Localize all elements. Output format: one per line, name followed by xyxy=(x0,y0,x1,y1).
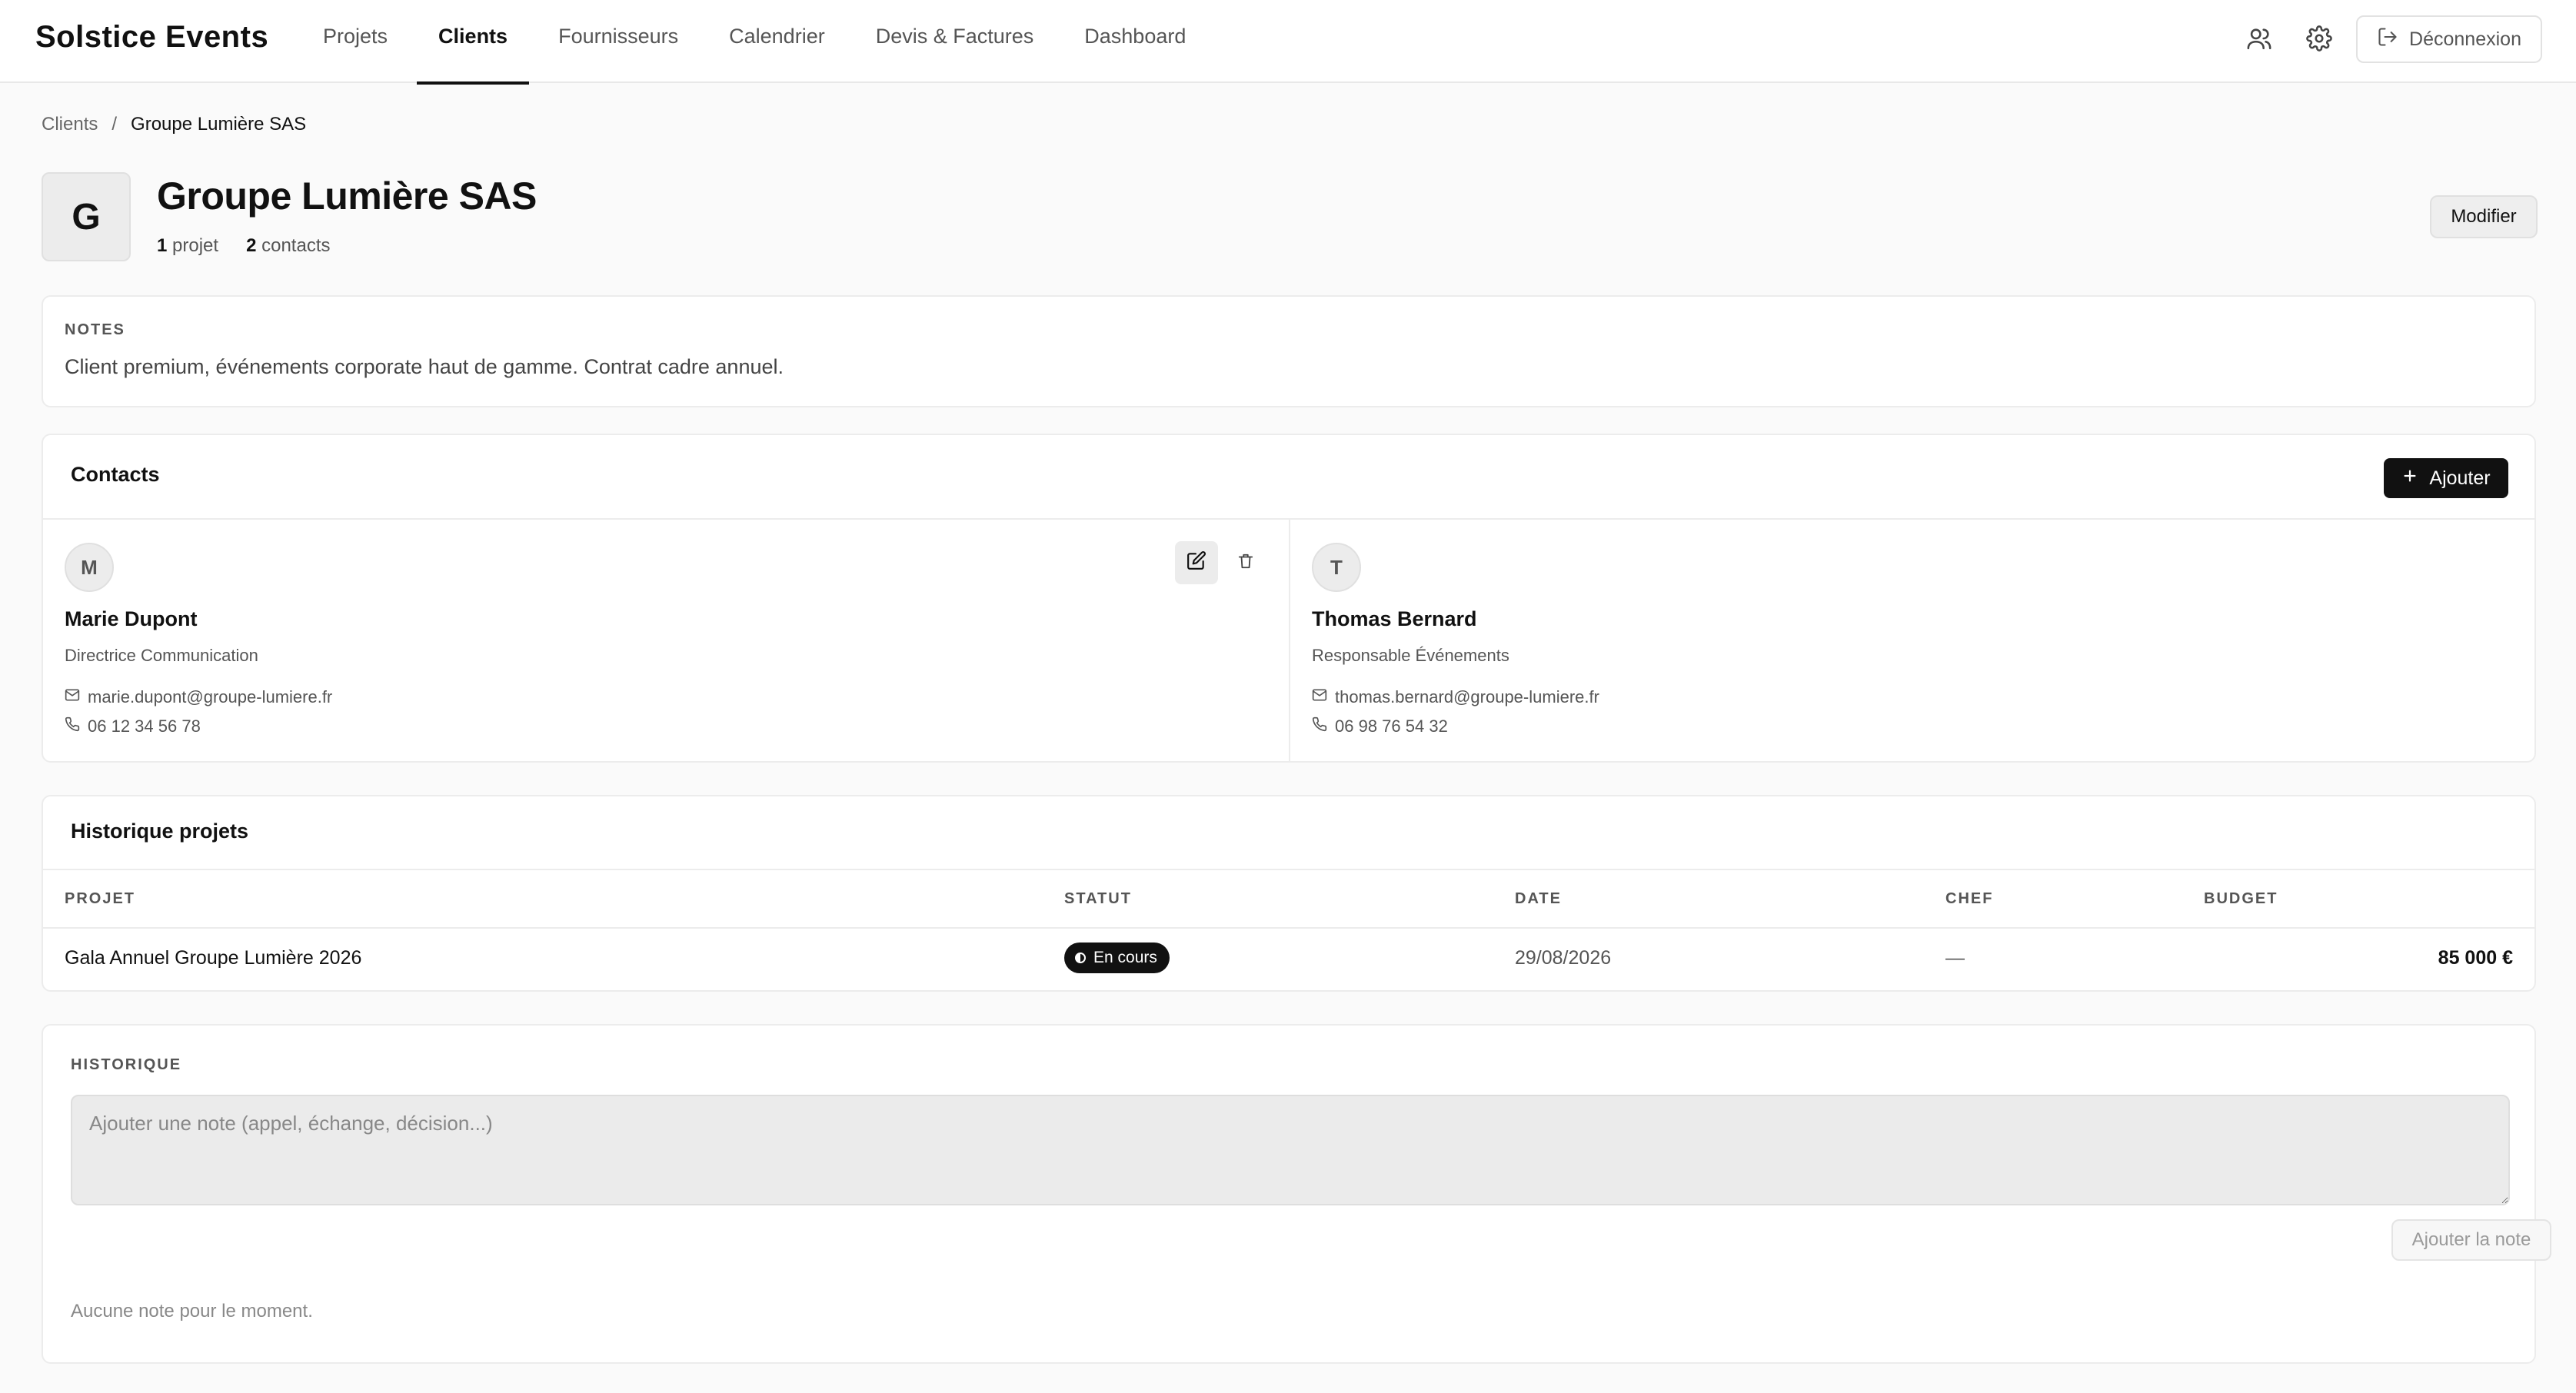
contact-phone[interactable]: 06 98 76 54 32 xyxy=(1335,716,1448,736)
contact-role: Responsable Événements xyxy=(1312,646,1509,665)
client-meta: 1 projet 2 contacts xyxy=(157,235,331,257)
contact-card: M Marie Dupont Directrice Communication … xyxy=(43,520,1289,763)
modify-button[interactable]: Modifier xyxy=(2430,195,2538,238)
add-note-button[interactable]: Ajouter la note xyxy=(2391,1219,2551,1261)
logout-button[interactable]: Déconnexion xyxy=(2356,15,2542,63)
nav-tab-devis-factures[interactable]: Devis & Factures xyxy=(854,0,1056,83)
contact-email-row: thomas.bernard@groupe-lumiere.fr xyxy=(1312,687,1599,707)
project-date: 29/08/2026 xyxy=(1515,947,1612,969)
users-icon[interactable] xyxy=(2242,22,2276,55)
nav-tab-fournisseurs[interactable]: Fournisseurs xyxy=(537,0,700,83)
contact-phone-row: 06 98 76 54 32 xyxy=(1312,716,1448,736)
projects-history-card: Historique projets PROJET STATUT DATE CH… xyxy=(42,795,2536,992)
gear-icon[interactable] xyxy=(2302,22,2336,55)
contact-email-row: marie.dupont@groupe-lumiere.fr xyxy=(65,687,332,707)
column-header-budget: BUDGET xyxy=(2204,890,2278,907)
page-title: Groupe Lumière SAS xyxy=(157,175,537,218)
breadcrumb-current: Groupe Lumière SAS xyxy=(131,114,307,135)
status-label: En cours xyxy=(1093,949,1157,966)
projects-count: 1 projet xyxy=(157,235,219,256)
contact-email[interactable]: marie.dupont@groupe-lumiere.fr xyxy=(88,687,332,707)
contact-name: Thomas Bernard xyxy=(1312,607,1477,630)
avatar: M xyxy=(65,543,114,592)
contact-email[interactable]: thomas.bernard@groupe-lumiere.fr xyxy=(1335,687,1599,707)
logout-icon xyxy=(2377,26,2398,53)
contact-phone-row: 06 12 34 56 78 xyxy=(65,716,201,736)
column-header-projet: PROJET xyxy=(65,890,136,907)
plus-icon xyxy=(2401,467,2418,490)
contact-name: Marie Dupont xyxy=(65,607,198,630)
client-avatar: G xyxy=(42,172,131,261)
history-card: HISTORIQUE Ajouter la note Aucune note p… xyxy=(42,1024,2551,1364)
add-contact-label: Ajouter xyxy=(2429,467,2491,489)
status-badge: En cours xyxy=(1064,943,1170,973)
mail-icon xyxy=(65,687,80,707)
table-header-divider xyxy=(43,927,2534,929)
column-header-date: DATE xyxy=(1515,890,1562,907)
column-header-statut: STATUT xyxy=(1064,890,1132,907)
project-name[interactable]: Gala Annuel Groupe Lumière 2026 xyxy=(65,947,361,969)
breadcrumb: Clients / Groupe Lumière SAS xyxy=(42,114,306,135)
delete-contact-button[interactable] xyxy=(1224,541,1267,584)
edit-icon xyxy=(1186,550,1206,576)
contacts-title: Contacts xyxy=(71,463,160,486)
nav-tab-projets[interactable]: Projets xyxy=(301,0,409,83)
contact-role: Directrice Communication xyxy=(65,646,258,665)
avatar: T xyxy=(1312,543,1361,592)
notes-label: NOTES xyxy=(65,321,125,338)
contacts-count: 2 contacts xyxy=(246,235,331,256)
phone-icon xyxy=(1312,716,1327,736)
trash-icon xyxy=(1237,551,1254,575)
history-label: HISTORIQUE xyxy=(71,1056,182,1073)
top-navbar: Solstice Events Projets Clients Fourniss… xyxy=(0,0,2576,85)
empty-notes-text: Aucune note pour le moment. xyxy=(71,1301,313,1322)
contacts-card: Contacts Ajouter M Marie Dupont Directri… xyxy=(42,434,2536,763)
project-chef: — xyxy=(1945,947,1965,969)
notes-card: NOTES Client premium, événements corpora… xyxy=(42,295,2536,407)
projects-history-title: Historique projets xyxy=(71,820,249,843)
add-contact-button[interactable]: Ajouter xyxy=(2384,458,2508,498)
logout-label: Déconnexion xyxy=(2409,28,2521,50)
in-progress-icon xyxy=(1075,952,1086,963)
column-header-chef: CHEF xyxy=(1945,890,1994,907)
brand-logo[interactable]: Solstice Events xyxy=(35,20,268,55)
mail-icon xyxy=(1312,687,1327,707)
main-nav: Projets Clients Fournisseurs Calendrier … xyxy=(301,0,1215,85)
nav-tab-clients[interactable]: Clients xyxy=(417,0,530,85)
nav-tab-dashboard[interactable]: Dashboard xyxy=(1063,0,1207,83)
phone-icon xyxy=(65,716,80,736)
project-budget: 85 000 € xyxy=(2438,947,2513,969)
breadcrumb-separator: / xyxy=(111,114,118,135)
nav-tab-calendrier[interactable]: Calendrier xyxy=(707,0,847,83)
contact-card: T Thomas Bernard Responsable Événements … xyxy=(1290,520,2536,763)
edit-contact-button[interactable] xyxy=(1175,541,1218,584)
note-input[interactable] xyxy=(71,1095,2510,1205)
notes-text: Client premium, événements corporate hau… xyxy=(65,355,784,378)
table-divider xyxy=(43,869,2534,870)
breadcrumb-parent[interactable]: Clients xyxy=(42,114,98,135)
contact-phone[interactable]: 06 12 34 56 78 xyxy=(88,716,201,736)
